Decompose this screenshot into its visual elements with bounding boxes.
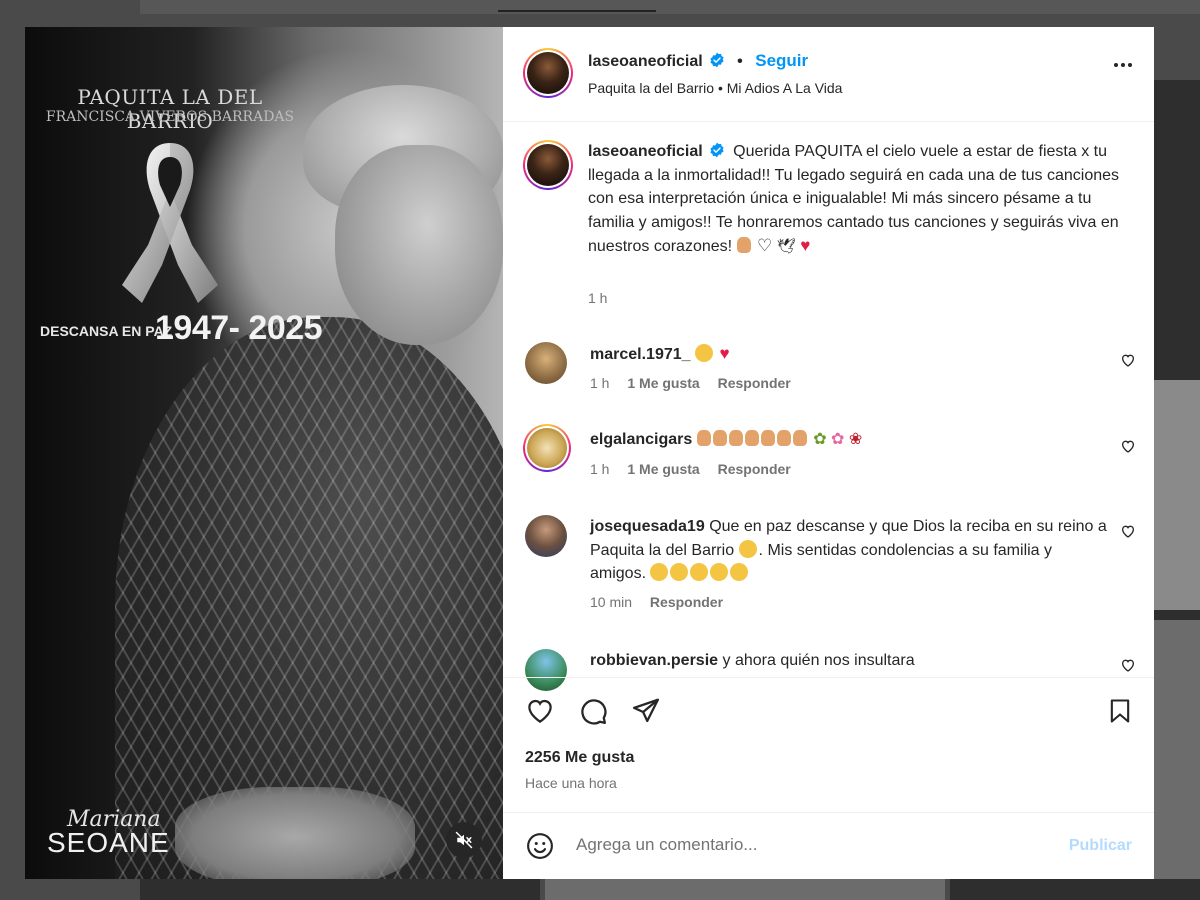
comment-meta: 1 h 1 Me gusta Responder [590, 461, 791, 477]
pray-emoji-icon [776, 430, 791, 446]
commenter-avatar[interactable] [523, 424, 571, 472]
caption-avatar-image [527, 144, 569, 186]
cherry-blossom-emoji-icon: ✿ [831, 431, 845, 448]
pray-emoji-icon [760, 430, 775, 446]
pensive-face-emoji-icon [694, 344, 713, 362]
post-timestamp[interactable]: Hace una hora [525, 775, 617, 791]
background-tile [1154, 380, 1200, 610]
like-heart-icon[interactable] [525, 696, 555, 726]
author-avatar[interactable] [523, 48, 573, 98]
crying-face-emoji-icon [670, 563, 689, 581]
bouquet-emoji-icon: ✿ [813, 431, 827, 448]
dove-emoji-icon: 🕊 [776, 238, 796, 255]
verified-badge-icon [710, 52, 724, 68]
comment-body: robbievan.persie y ahora quién nos insul… [590, 649, 915, 673]
like-comment-heart-icon[interactable] [1120, 657, 1136, 673]
share-paper-plane-icon[interactable] [631, 696, 661, 726]
more-dot-icon [1128, 63, 1132, 67]
like-comment-heart-icon[interactable] [1120, 438, 1136, 454]
pray-emoji-icon [792, 430, 807, 446]
background-tile [140, 879, 540, 900]
rose-emoji-icon: ❀ [848, 431, 863, 448]
save-bookmark-icon[interactable] [1106, 696, 1134, 726]
media-years-text: 1947- 2025 [155, 309, 323, 347]
author-avatar-image [527, 52, 569, 94]
post-audio-location[interactable]: Paquita la del Barrio • Mi Adios A La Vi… [588, 80, 842, 96]
reply-button[interactable]: Responder [718, 461, 791, 477]
pray-emoji-icon [696, 430, 711, 446]
background-tab-indicator [498, 10, 656, 12]
likes-count[interactable]: 2256 Me gusta [525, 749, 634, 767]
commenter-username[interactable]: marcel.1971_ [590, 346, 691, 363]
comment-likes[interactable]: 1 Me gusta [627, 461, 699, 477]
follow-button[interactable]: Seguir [755, 51, 808, 70]
author-username-row[interactable]: laseoaneoficial • Seguir [588, 51, 808, 71]
post-header: laseoaneoficial • Seguir Paquita la del … [503, 27, 1154, 122]
media-signature-logo: SEOANE [47, 827, 170, 858]
commenter-avatar[interactable] [525, 515, 567, 557]
media-subtitle: FRANCISCA VIVEROS BARRADAS [45, 109, 295, 125]
comment-composer: Publicar [503, 812, 1154, 879]
comment-body: elgalancigars ✿ ✿ ❀ [590, 428, 862, 452]
background-top-bar [140, 0, 1200, 14]
separator-dot: • [737, 53, 743, 70]
crying-face-emoji-icon [710, 563, 729, 581]
caption-body: laseoaneoficial Querida PAQUITA el cielo… [588, 140, 1123, 259]
comment-time: 1 h [590, 375, 610, 391]
crying-face-emoji-icon [690, 563, 709, 581]
pray-emoji-icon [736, 237, 751, 253]
comment-bubble-icon[interactable] [578, 696, 608, 726]
post-modal: PAQUITA LA DEL BARRIO FRANCISCA VIVEROS … [25, 27, 1154, 879]
media-descansa-text: DESCANSA EN PAZ [40, 323, 173, 339]
like-comment-heart-icon[interactable] [1120, 352, 1136, 368]
more-dot-icon [1121, 63, 1125, 67]
pray-emoji-icon [744, 430, 759, 446]
background-tile [545, 879, 945, 900]
author-username[interactable]: laseoaneoficial [588, 53, 703, 70]
mute-button[interactable] [446, 822, 482, 858]
commenter-username[interactable]: elgalancigars [590, 431, 692, 448]
reply-button[interactable]: Responder [650, 594, 723, 610]
comment-time: 1 h [590, 461, 610, 477]
speaker-muted-icon [455, 831, 473, 849]
post-media[interactable]: PAQUITA LA DEL BARRIO FRANCISCA VIVEROS … [25, 27, 503, 879]
comment-body: marcel.1971_ ♥ [590, 342, 730, 367]
commenter-username[interactable]: robbievan.persie [590, 652, 718, 669]
commenter-username[interactable]: josequesada19 [590, 518, 705, 535]
white-heart-emoji-icon: ♡ [756, 236, 773, 255]
caption-author-avatar[interactable] [523, 140, 573, 190]
broken-heart-emoji-icon: ♥ [719, 344, 730, 363]
awareness-ribbon-icon [122, 143, 218, 303]
background-tile [950, 879, 1200, 900]
cigars-logo-image [527, 428, 567, 468]
post-side-panel: laseoaneoficial • Seguir Paquita la del … [503, 27, 1154, 879]
comment-meta: 1 h 1 Me gusta Responder [590, 375, 791, 391]
publish-button[interactable]: Publicar [1069, 837, 1132, 855]
red-heart-emoji-icon: ♥ [800, 236, 811, 255]
crying-face-emoji-icon [730, 563, 749, 581]
more-dot-icon [1114, 63, 1118, 67]
comment-input[interactable] [576, 835, 1046, 855]
verified-badge-icon [710, 142, 724, 158]
action-bar [503, 677, 1154, 757]
reply-button[interactable]: Responder [718, 375, 791, 391]
pray-emoji-icon [728, 430, 743, 446]
caption-time: 1 h [588, 290, 608, 306]
caption-username[interactable]: laseoaneoficial [588, 143, 703, 160]
crying-face-emoji-icon [650, 563, 669, 581]
photo-figure-hands [175, 787, 415, 879]
pensive-face-emoji-icon [738, 539, 757, 558]
more-options-button[interactable] [1114, 63, 1132, 67]
comment-likes[interactable]: 1 Me gusta [627, 375, 699, 391]
comment-meta: 10 min Responder [590, 594, 723, 610]
photo-figure-face [335, 145, 503, 345]
emoji-smiley-icon[interactable] [525, 831, 555, 861]
comment-text: y ahora quién nos insultara [722, 652, 915, 669]
like-comment-heart-icon[interactable] [1120, 523, 1136, 539]
background-tile [1154, 620, 1200, 900]
comment-body: josequesada19 Que en paz descanse y que … [590, 515, 1110, 586]
commenter-avatar[interactable] [525, 342, 567, 384]
pray-emoji-icon [712, 430, 727, 446]
comment-time: 10 min [590, 594, 633, 610]
